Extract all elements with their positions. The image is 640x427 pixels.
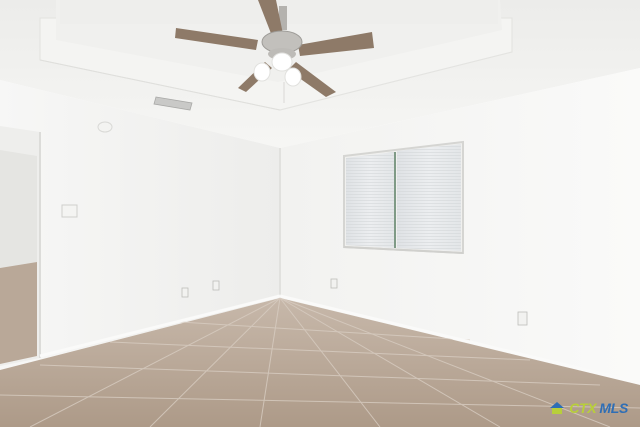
outlet-right-2 [517, 311, 528, 326]
house-logo-icon [550, 402, 565, 414]
mls-watermark: CTX MLS [548, 401, 628, 415]
room-photo: CTX MLS [0, 0, 640, 427]
window-blinds [343, 140, 464, 255]
doorway-floor [0, 262, 37, 364]
light-switch [61, 204, 78, 218]
doorway-interior [0, 150, 37, 268]
outlet-left-1 [181, 287, 189, 298]
fan-light-bulb-center [271, 52, 293, 72]
outlet-left-2 [212, 280, 220, 291]
room-scene [0, 0, 640, 427]
fan-light-bulb-left [253, 62, 271, 82]
watermark-brand-prefix: CTX [569, 400, 597, 416]
smoke-detector [97, 121, 113, 133]
outlet-right-1 [330, 278, 338, 289]
watermark-brand-suffix: MLS [599, 400, 628, 416]
fan-light-bulb-right [284, 67, 302, 87]
